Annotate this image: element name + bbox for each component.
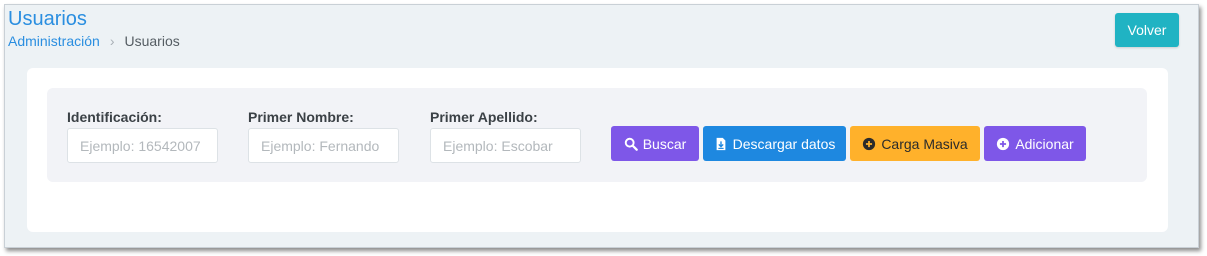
bulk-upload-button-label: Carga Masiva — [881, 135, 968, 152]
add-button[interactable]: Adicionar — [984, 126, 1086, 161]
search-icon — [624, 137, 638, 151]
filter-panel: Identificación: Primer Nombre: Primer Ap… — [47, 88, 1147, 182]
download-data-button-label: Descargar datos — [732, 135, 836, 152]
breadcrumb-current: Usuarios — [124, 33, 180, 49]
search-button[interactable]: Buscar — [611, 126, 699, 161]
page-frame: Usuarios Administración › Usuarios Volve… — [4, 4, 1199, 248]
chevron-right-icon: › — [109, 33, 115, 49]
first-surname-field: Primer Apellido: — [430, 108, 581, 163]
breadcrumb: Administración › Usuarios — [8, 33, 180, 49]
identification-label: Identificación: — [67, 109, 162, 125]
first-name-field: Primer Nombre: — [248, 108, 399, 163]
back-button[interactable]: Volver — [1115, 13, 1179, 47]
download-data-button[interactable]: Descargar datos — [703, 126, 846, 161]
file-download-icon — [714, 137, 728, 151]
bulk-upload-button[interactable]: Carga Masiva — [850, 126, 980, 161]
first-surname-label: Primer Apellido: — [430, 109, 538, 125]
plus-circle-icon — [996, 137, 1010, 151]
first-name-label: Primer Nombre: — [248, 109, 354, 125]
identification-field: Identificación: — [67, 108, 218, 163]
main-card: Identificación: Primer Nombre: Primer Ap… — [27, 68, 1168, 232]
first-surname-input[interactable] — [430, 128, 581, 163]
page-title: Usuarios — [8, 8, 87, 30]
identification-input[interactable] — [67, 128, 218, 163]
search-button-label: Buscar — [642, 135, 687, 152]
add-button-label: Adicionar — [1015, 135, 1074, 152]
first-name-input[interactable] — [248, 128, 399, 163]
breadcrumb-link-administracion[interactable]: Administración — [8, 33, 100, 49]
plus-circle-icon — [862, 137, 876, 151]
